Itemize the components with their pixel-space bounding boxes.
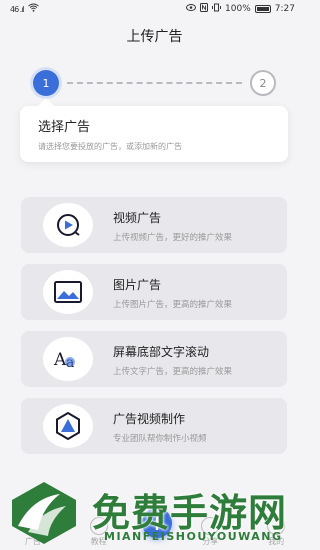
- text-aa-icon: A a: [43, 337, 93, 381]
- status-bar: 46 .ıl 100% 7:27: [0, 0, 309, 18]
- profile-icon: [267, 517, 286, 535]
- option-image-ad[interactable]: 图片广告 上传图片广告，更高的推广效果: [21, 264, 287, 320]
- status-right: 100% 7:27: [186, 3, 295, 15]
- tutorial-icon: [89, 517, 108, 535]
- step-connector: [67, 82, 242, 84]
- nav-label: 教程: [90, 537, 107, 546]
- image-icon: [43, 270, 93, 314]
- nav-item-tutorial[interactable]: 教程: [74, 517, 124, 547]
- share-icon: [201, 517, 220, 535]
- add-button[interactable]: +: [142, 508, 172, 538]
- option-title: 屏幕底部文字滚动: [113, 345, 210, 359]
- eye-icon: [186, 4, 197, 14]
- option-title: 视频广告: [113, 211, 162, 225]
- nav-label: 广告: [24, 537, 41, 546]
- step-1-indicator: 1: [33, 70, 59, 96]
- option-description: 上传图片广告，更高的推广效果: [113, 300, 233, 310]
- page-title: 上传广告: [126, 29, 183, 45]
- svg-text:A: A: [53, 350, 67, 370]
- status-left: 46 .ıl: [10, 3, 39, 15]
- option-description: 上传文字广告，更高的推广效果: [113, 367, 233, 377]
- option-video-ad[interactable]: 视频广告 上传视频广告，更好的推广效果: [21, 197, 287, 253]
- option-text-scroll[interactable]: A a 屏幕底部文字滚动 上传文字广告，更高的推广效果: [21, 331, 287, 387]
- info-card-description: 请选择您要投放的广告，或添加新的广告: [38, 142, 182, 151]
- title-bar: 上传广告: [0, 18, 309, 54]
- nfc-icon: [200, 3, 209, 15]
- step-2-indicator: 2: [250, 70, 276, 96]
- ads-icon: [23, 517, 42, 535]
- battery-percent: 100%: [225, 4, 251, 14]
- video-play-icon: [43, 203, 93, 247]
- clock: 7:27: [274, 4, 295, 14]
- option-video-production[interactable]: 广告视频制作 专业团队帮你制作小视频: [21, 398, 287, 454]
- info-card: 选择广告 请选择您要投放的广告，或添加新的广告: [20, 98, 288, 162]
- wifi-icon: [27, 3, 39, 15]
- nav-item-profile[interactable]: 我的: [251, 517, 301, 547]
- vibrate-icon: [212, 3, 222, 15]
- option-title: 图片广告: [113, 278, 162, 292]
- nav-label: 分享: [202, 537, 219, 546]
- hexagon-triangle-icon: [43, 404, 93, 448]
- nav-item-ads[interactable]: 广告: [8, 517, 58, 547]
- option-description: 上传视频广告，更好的推广效果: [113, 233, 233, 243]
- option-title: 广告视频制作: [113, 412, 186, 426]
- nav-label: 我的: [268, 537, 285, 546]
- info-card-title: 选择广告: [38, 120, 91, 135]
- nav-item-share[interactable]: 分享: [185, 517, 235, 547]
- battery-icon: [254, 5, 271, 13]
- option-description: 专业团队帮你制作小视频: [113, 434, 207, 444]
- stepper: 1 2: [33, 70, 276, 96]
- signal-icon: 46 .ıl: [10, 4, 25, 14]
